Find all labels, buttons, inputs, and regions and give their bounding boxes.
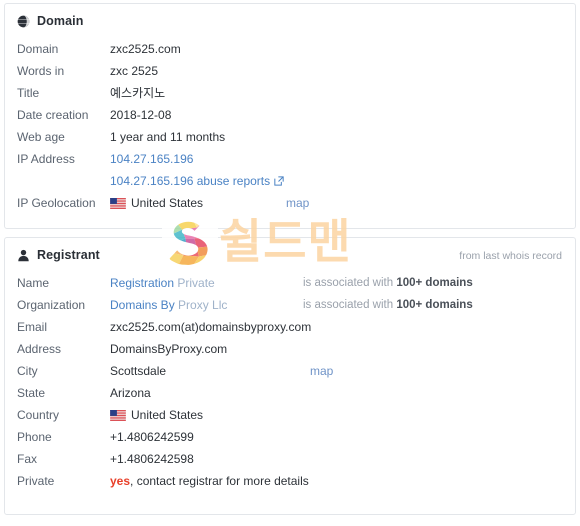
- row-value: DomainsByProxy.com: [110, 342, 228, 356]
- table-row: 104.27.165.196 abuse reports: [5, 170, 575, 192]
- table-row: Country United States: [5, 404, 575, 426]
- row-label: Address: [17, 342, 62, 356]
- private-status-note: , contact registrar for more details: [130, 474, 309, 488]
- row-label: Fax: [17, 452, 38, 466]
- extra-prefix: is associated with: [303, 277, 397, 289]
- table-row: Web age 1 year and 11 months: [5, 126, 575, 148]
- row-value: Arizona: [110, 386, 151, 400]
- registrant-card: Registrant from last whois record Name R…: [4, 237, 576, 515]
- table-row: Address DomainsByProxy.com: [5, 338, 575, 360]
- geo-country-label: United States: [131, 196, 204, 210]
- user-icon: [17, 249, 30, 262]
- table-row: State Arizona: [5, 382, 575, 404]
- globe-icon: [17, 15, 30, 28]
- table-row: IP Address 104.27.165.196: [5, 148, 575, 170]
- table-row: City Scottsdale map: [5, 360, 575, 382]
- table-row: Title 예스카지노: [5, 82, 575, 104]
- row-label: Web age: [17, 130, 65, 144]
- registrant-card-title: Registrant: [37, 248, 100, 262]
- table-row: Email zxc2525.com(at)domainsbyproxy.com: [5, 316, 575, 338]
- table-row: Date creation 2018-12-08: [5, 104, 575, 126]
- row-label: Name: [17, 276, 50, 290]
- row-label: Words in: [17, 64, 65, 78]
- domain-card-header: Domain: [5, 4, 575, 34]
- registrant-org-dim: Proxy Llc: [178, 298, 228, 312]
- abuse-reports-link[interactable]: 104.27.165.196 abuse reports: [110, 174, 270, 188]
- row-value: 2018-12-08: [110, 108, 172, 122]
- row-label: City: [17, 364, 38, 378]
- row-value: United States: [110, 192, 203, 214]
- row-value: zxc 2525: [110, 64, 159, 78]
- us-flag-icon: [110, 406, 126, 421]
- row-label: IP Address: [17, 152, 75, 166]
- row-value: 예스카지노: [110, 86, 166, 100]
- row-label: Phone: [17, 430, 52, 444]
- row-value: yes, contact registrar for more details: [110, 470, 309, 492]
- row-label: Email: [17, 320, 48, 334]
- table-row: Domain zxc2525.com: [5, 38, 575, 60]
- row-label: Date creation: [17, 108, 89, 122]
- row-value: Domains By Proxy Llc: [110, 294, 303, 316]
- row-value: zxc2525.com: [110, 42, 181, 56]
- row-label: Organization: [17, 298, 86, 312]
- domain-rows: Domain zxc2525.com Words in zxc 2525 Tit…: [5, 34, 575, 214]
- extra-count: 100+ domains: [396, 277, 473, 289]
- row-value: 1 year and 11 months: [110, 130, 226, 144]
- row-label: IP Geolocation: [17, 196, 96, 210]
- domain-card-title: Domain: [37, 14, 84, 28]
- row-label: State: [17, 386, 46, 400]
- row-extra: is associated with 100+ domains: [303, 294, 473, 316]
- row-extra: is associated with 100+ domains: [303, 272, 473, 294]
- row-value: +1.4806242598: [110, 452, 194, 466]
- table-row: Words in zxc 2525: [5, 60, 575, 82]
- city-map-link[interactable]: map: [310, 360, 333, 382]
- table-row: Organization Domains By Proxy Llc is ass…: [5, 294, 575, 316]
- domain-card: Domain Domain zxc2525.com Words in zxc 2…: [4, 3, 576, 229]
- row-value: 104.27.165.196: [110, 148, 303, 170]
- country-label: United States: [131, 408, 204, 422]
- whois-report-page: Domain Domain zxc2525.com Words in zxc 2…: [0, 0, 580, 526]
- table-row: Phone +1.4806242599: [5, 426, 575, 448]
- row-label: Private: [17, 474, 55, 488]
- geo-map-link[interactable]: map: [286, 192, 309, 214]
- table-row: Name Registration Private is associated …: [5, 272, 575, 294]
- registrant-name-dim: Private: [177, 276, 215, 290]
- table-row: Fax +1.4806242598: [5, 448, 575, 470]
- registrant-org-link[interactable]: Domains By: [110, 298, 175, 312]
- us-flag-icon: [110, 194, 126, 209]
- whois-source-note: from last whois record: [459, 250, 562, 262]
- row-value: Registration Private: [110, 272, 303, 294]
- row-value: zxc2525.com(at)domainsbyproxy.com: [110, 320, 312, 334]
- table-row: Private yes, contact registrar for more …: [5, 470, 575, 492]
- ip-address-link[interactable]: 104.27.165.196: [110, 152, 193, 166]
- row-label: Title: [17, 86, 40, 100]
- registrant-rows: Name Registration Private is associated …: [5, 268, 575, 492]
- registrant-card-header: Registrant from last whois record: [5, 238, 575, 268]
- row-value: 104.27.165.196 abuse reports: [110, 170, 284, 192]
- table-row: IP Geolocation United States map: [5, 192, 575, 214]
- extra-prefix: is associated with: [303, 299, 397, 311]
- row-label: Domain: [17, 42, 59, 56]
- external-link-icon: [274, 171, 284, 186]
- row-value: United States: [110, 404, 203, 426]
- row-label: Country: [17, 408, 60, 422]
- registrant-name-link[interactable]: Registration: [110, 276, 174, 290]
- extra-count: 100+ domains: [396, 299, 473, 311]
- private-status-badge: yes: [110, 474, 131, 488]
- row-value: +1.4806242599: [110, 430, 194, 444]
- row-value: Scottsdale: [110, 364, 167, 378]
